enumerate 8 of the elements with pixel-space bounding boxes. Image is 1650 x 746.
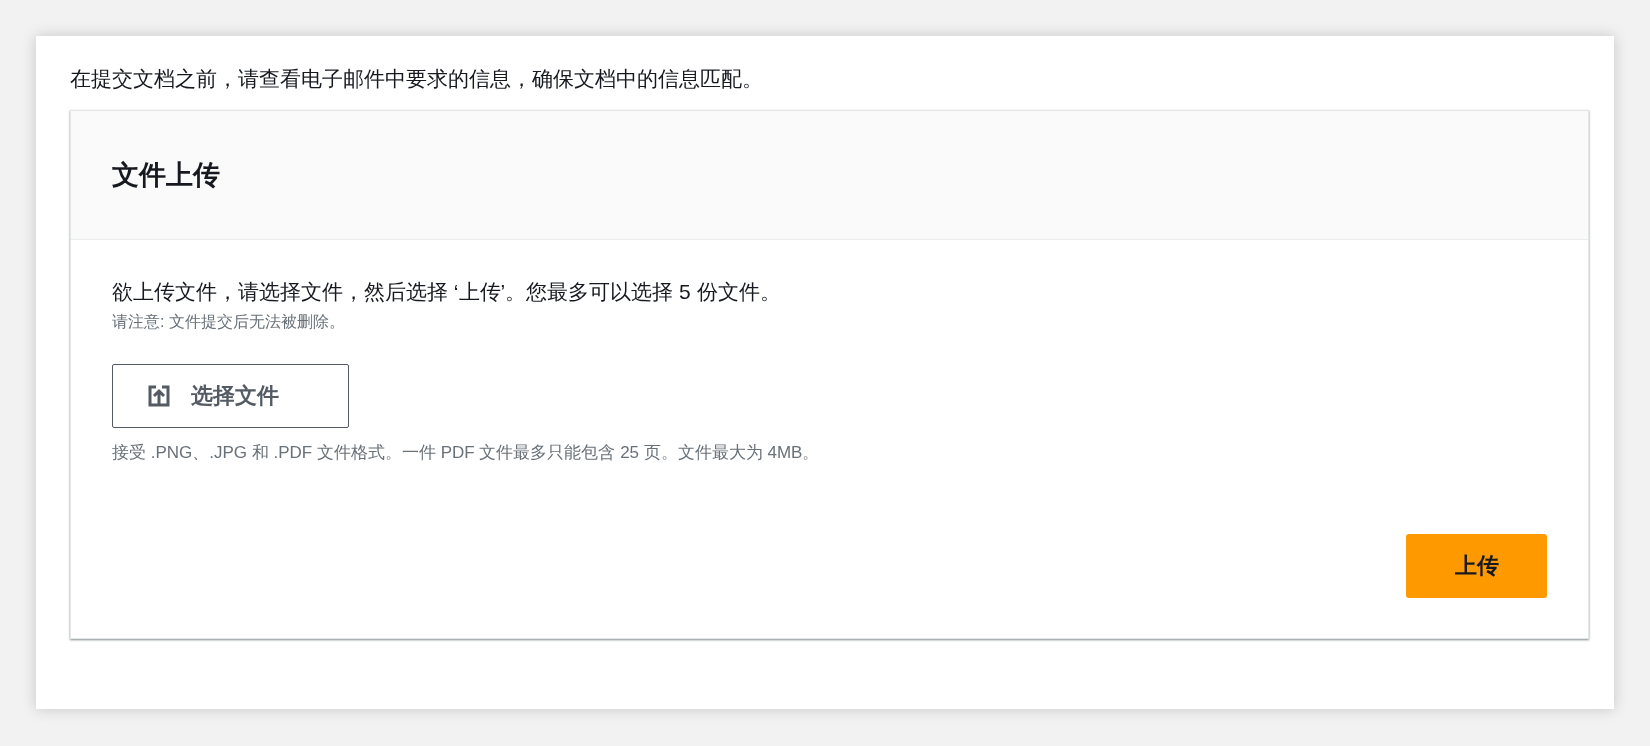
upload-button[interactable]: 上传 — [1406, 534, 1547, 598]
intro-text: 在提交文档之前，请查看电子邮件中要求的信息，确保文档中的信息匹配。 — [70, 66, 764, 92]
formats-hint: 接受 .PNG、.JPG 和 .PDF 文件格式。一件 PDF 文件最多只能包含 25 页。文件最大为 4MB。 — [112, 442, 821, 464]
choose-file-button[interactable]: 选择文件 — [112, 364, 349, 428]
note-text: 请注意: 文件提交后无法被删除。 — [112, 312, 346, 332]
panel-title: 文件上传 — [112, 159, 220, 192]
instructions-text: 欲上传文件，请选择文件，然后选择 ‘上传’。您最多可以选择 5 份文件。 — [112, 279, 782, 305]
upload-icon — [147, 384, 171, 408]
